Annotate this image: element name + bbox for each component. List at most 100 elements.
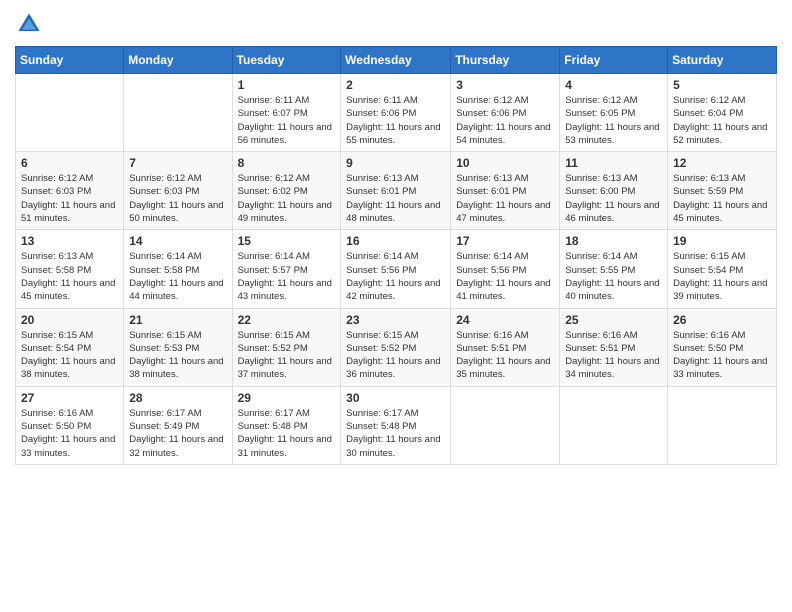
- day-info: Sunrise: 6:15 AM Sunset: 5:54 PM Dayligh…: [21, 329, 118, 382]
- day-number: 15: [238, 234, 336, 248]
- day-number: 14: [129, 234, 226, 248]
- calendar-cell: 28 Sunrise: 6:17 AM Sunset: 5:49 PM Dayl…: [124, 386, 232, 464]
- day-number: 22: [238, 313, 336, 327]
- day-number: 8: [238, 156, 336, 170]
- day-number: 7: [129, 156, 226, 170]
- weekday-header: Sunday: [16, 47, 124, 74]
- day-info: Sunrise: 6:14 AM Sunset: 5:57 PM Dayligh…: [238, 250, 336, 303]
- calendar-week-row: 6 Sunrise: 6:12 AM Sunset: 6:03 PM Dayli…: [16, 152, 777, 230]
- day-info: Sunrise: 6:11 AM Sunset: 6:07 PM Dayligh…: [238, 94, 336, 147]
- day-info: Sunrise: 6:16 AM Sunset: 5:50 PM Dayligh…: [673, 329, 771, 382]
- weekday-header: Thursday: [451, 47, 560, 74]
- calendar-cell: 26 Sunrise: 6:16 AM Sunset: 5:50 PM Dayl…: [668, 308, 777, 386]
- day-number: 24: [456, 313, 554, 327]
- weekday-header: Saturday: [668, 47, 777, 74]
- calendar-cell: 1 Sunrise: 6:11 AM Sunset: 6:07 PM Dayli…: [232, 74, 341, 152]
- day-info: Sunrise: 6:12 AM Sunset: 6:02 PM Dayligh…: [238, 172, 336, 225]
- calendar-cell: 8 Sunrise: 6:12 AM Sunset: 6:02 PM Dayli…: [232, 152, 341, 230]
- day-info: Sunrise: 6:12 AM Sunset: 6:06 PM Dayligh…: [456, 94, 554, 147]
- day-number: 17: [456, 234, 554, 248]
- calendar-cell: 6 Sunrise: 6:12 AM Sunset: 6:03 PM Dayli…: [16, 152, 124, 230]
- day-number: 29: [238, 391, 336, 405]
- day-number: 21: [129, 313, 226, 327]
- calendar-cell: [451, 386, 560, 464]
- day-info: Sunrise: 6:14 AM Sunset: 5:55 PM Dayligh…: [565, 250, 662, 303]
- calendar-cell: 19 Sunrise: 6:15 AM Sunset: 5:54 PM Dayl…: [668, 230, 777, 308]
- day-info: Sunrise: 6:12 AM Sunset: 6:03 PM Dayligh…: [129, 172, 226, 225]
- calendar-cell: [668, 386, 777, 464]
- day-info: Sunrise: 6:17 AM Sunset: 5:49 PM Dayligh…: [129, 407, 226, 460]
- day-info: Sunrise: 6:17 AM Sunset: 5:48 PM Dayligh…: [238, 407, 336, 460]
- day-info: Sunrise: 6:15 AM Sunset: 5:52 PM Dayligh…: [346, 329, 445, 382]
- calendar-cell: 15 Sunrise: 6:14 AM Sunset: 5:57 PM Dayl…: [232, 230, 341, 308]
- calendar-cell: 2 Sunrise: 6:11 AM Sunset: 6:06 PM Dayli…: [341, 74, 451, 152]
- weekday-header: Monday: [124, 47, 232, 74]
- calendar-cell: 11 Sunrise: 6:13 AM Sunset: 6:00 PM Dayl…: [560, 152, 668, 230]
- day-number: 4: [565, 78, 662, 92]
- calendar-week-row: 27 Sunrise: 6:16 AM Sunset: 5:50 PM Dayl…: [16, 386, 777, 464]
- day-info: Sunrise: 6:12 AM Sunset: 6:04 PM Dayligh…: [673, 94, 771, 147]
- day-info: Sunrise: 6:13 AM Sunset: 6:00 PM Dayligh…: [565, 172, 662, 225]
- day-info: Sunrise: 6:13 AM Sunset: 6:01 PM Dayligh…: [346, 172, 445, 225]
- day-info: Sunrise: 6:14 AM Sunset: 5:56 PM Dayligh…: [346, 250, 445, 303]
- calendar-week-row: 20 Sunrise: 6:15 AM Sunset: 5:54 PM Dayl…: [16, 308, 777, 386]
- day-number: 5: [673, 78, 771, 92]
- calendar-cell: 10 Sunrise: 6:13 AM Sunset: 6:01 PM Dayl…: [451, 152, 560, 230]
- calendar-cell: 13 Sunrise: 6:13 AM Sunset: 5:58 PM Dayl…: [16, 230, 124, 308]
- logo: [15, 10, 47, 38]
- calendar-week-row: 13 Sunrise: 6:13 AM Sunset: 5:58 PM Dayl…: [16, 230, 777, 308]
- calendar-cell: 12 Sunrise: 6:13 AM Sunset: 5:59 PM Dayl…: [668, 152, 777, 230]
- day-number: 20: [21, 313, 118, 327]
- day-number: 10: [456, 156, 554, 170]
- day-number: 19: [673, 234, 771, 248]
- calendar-cell: 30 Sunrise: 6:17 AM Sunset: 5:48 PM Dayl…: [341, 386, 451, 464]
- day-number: 3: [456, 78, 554, 92]
- day-number: 28: [129, 391, 226, 405]
- day-info: Sunrise: 6:13 AM Sunset: 6:01 PM Dayligh…: [456, 172, 554, 225]
- logo-icon: [15, 10, 43, 38]
- calendar-header-row: SundayMondayTuesdayWednesdayThursdayFrid…: [16, 47, 777, 74]
- calendar-cell: 5 Sunrise: 6:12 AM Sunset: 6:04 PM Dayli…: [668, 74, 777, 152]
- calendar-cell: 16 Sunrise: 6:14 AM Sunset: 5:56 PM Dayl…: [341, 230, 451, 308]
- calendar-cell: 20 Sunrise: 6:15 AM Sunset: 5:54 PM Dayl…: [16, 308, 124, 386]
- calendar-cell: 18 Sunrise: 6:14 AM Sunset: 5:55 PM Dayl…: [560, 230, 668, 308]
- day-info: Sunrise: 6:15 AM Sunset: 5:53 PM Dayligh…: [129, 329, 226, 382]
- day-number: 6: [21, 156, 118, 170]
- day-info: Sunrise: 6:13 AM Sunset: 5:58 PM Dayligh…: [21, 250, 118, 303]
- calendar-cell: 17 Sunrise: 6:14 AM Sunset: 5:56 PM Dayl…: [451, 230, 560, 308]
- day-info: Sunrise: 6:16 AM Sunset: 5:50 PM Dayligh…: [21, 407, 118, 460]
- calendar-cell: [124, 74, 232, 152]
- day-number: 16: [346, 234, 445, 248]
- calendar-week-row: 1 Sunrise: 6:11 AM Sunset: 6:07 PM Dayli…: [16, 74, 777, 152]
- weekday-header: Friday: [560, 47, 668, 74]
- day-number: 26: [673, 313, 771, 327]
- day-number: 12: [673, 156, 771, 170]
- page-header: [15, 10, 777, 38]
- day-info: Sunrise: 6:12 AM Sunset: 6:05 PM Dayligh…: [565, 94, 662, 147]
- day-number: 30: [346, 391, 445, 405]
- day-info: Sunrise: 6:15 AM Sunset: 5:54 PM Dayligh…: [673, 250, 771, 303]
- day-number: 9: [346, 156, 445, 170]
- weekday-header: Wednesday: [341, 47, 451, 74]
- calendar-cell: 21 Sunrise: 6:15 AM Sunset: 5:53 PM Dayl…: [124, 308, 232, 386]
- day-number: 23: [346, 313, 445, 327]
- day-info: Sunrise: 6:15 AM Sunset: 5:52 PM Dayligh…: [238, 329, 336, 382]
- day-number: 2: [346, 78, 445, 92]
- calendar-cell: 14 Sunrise: 6:14 AM Sunset: 5:58 PM Dayl…: [124, 230, 232, 308]
- day-info: Sunrise: 6:12 AM Sunset: 6:03 PM Dayligh…: [21, 172, 118, 225]
- calendar-cell: 23 Sunrise: 6:15 AM Sunset: 5:52 PM Dayl…: [341, 308, 451, 386]
- day-number: 1: [238, 78, 336, 92]
- day-number: 27: [21, 391, 118, 405]
- day-info: Sunrise: 6:17 AM Sunset: 5:48 PM Dayligh…: [346, 407, 445, 460]
- day-info: Sunrise: 6:14 AM Sunset: 5:58 PM Dayligh…: [129, 250, 226, 303]
- calendar-cell: 25 Sunrise: 6:16 AM Sunset: 5:51 PM Dayl…: [560, 308, 668, 386]
- day-info: Sunrise: 6:11 AM Sunset: 6:06 PM Dayligh…: [346, 94, 445, 147]
- calendar-cell: 29 Sunrise: 6:17 AM Sunset: 5:48 PM Dayl…: [232, 386, 341, 464]
- day-info: Sunrise: 6:14 AM Sunset: 5:56 PM Dayligh…: [456, 250, 554, 303]
- day-info: Sunrise: 6:13 AM Sunset: 5:59 PM Dayligh…: [673, 172, 771, 225]
- calendar-cell: 9 Sunrise: 6:13 AM Sunset: 6:01 PM Dayli…: [341, 152, 451, 230]
- day-number: 18: [565, 234, 662, 248]
- calendar-cell: 4 Sunrise: 6:12 AM Sunset: 6:05 PM Dayli…: [560, 74, 668, 152]
- calendar-cell: [16, 74, 124, 152]
- day-info: Sunrise: 6:16 AM Sunset: 5:51 PM Dayligh…: [565, 329, 662, 382]
